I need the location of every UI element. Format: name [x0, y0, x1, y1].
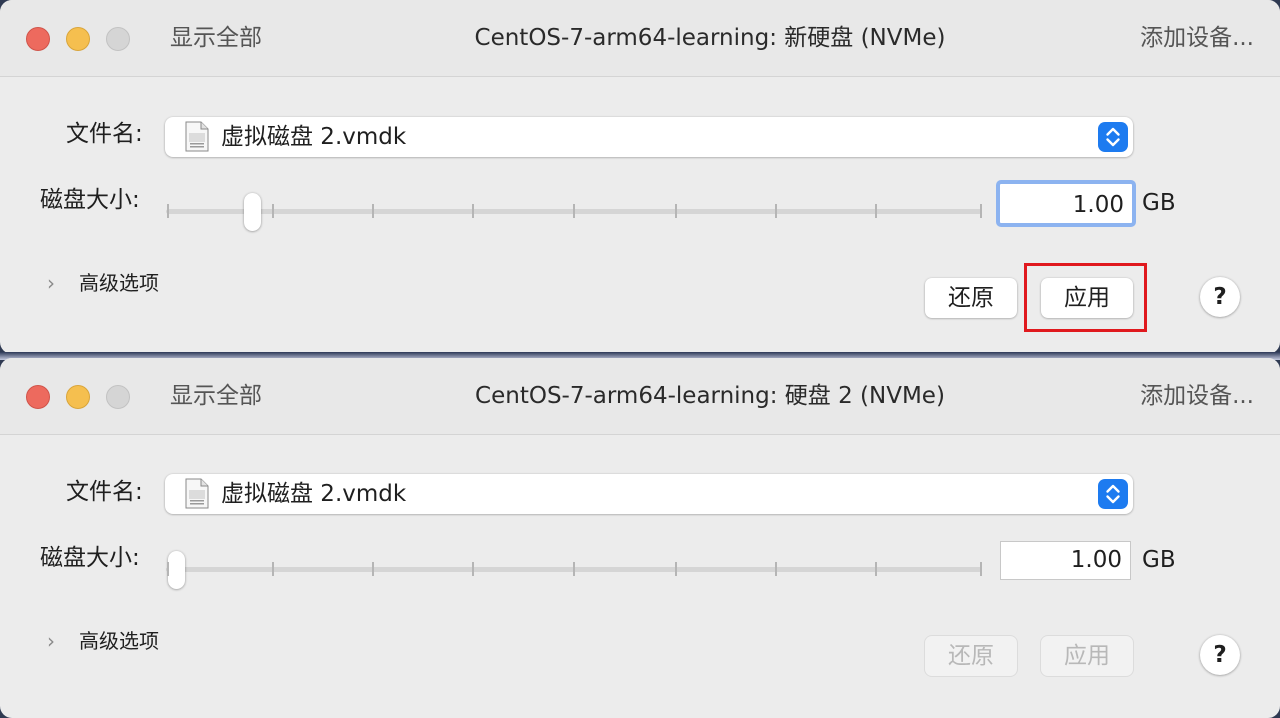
- apply-highlight-box: [1024, 263, 1147, 332]
- window-title: CentOS-7-arm64-learning: 新硬盘 (NVMe): [474, 25, 946, 51]
- vmdk-file-icon: [185, 478, 209, 509]
- disk-size-unit: GB: [1142, 190, 1176, 216]
- disk-size-label: 磁盘大小:: [40, 187, 140, 213]
- disk-size-slider-thumb[interactable]: [168, 551, 185, 589]
- filename-label: 文件名:: [66, 121, 143, 147]
- window-title: CentOS-7-arm64-learning: 硬盘 2 (NVMe): [475, 383, 945, 409]
- revert-button[interactable]: 还原: [925, 636, 1017, 676]
- minimize-button[interactable]: [66, 27, 90, 51]
- title-bar: 显示全部 CentOS-7-arm64-learning: 新硬盘 (NVMe)…: [0, 0, 1280, 77]
- apply-button[interactable]: 应用: [1041, 636, 1133, 676]
- add-device-button[interactable]: 添加设备...: [1140, 380, 1254, 412]
- slider-tick: [775, 562, 777, 576]
- filename-value: 虚拟磁盘 2.vmdk: [221, 124, 407, 150]
- chevron-right-icon[interactable]: ›: [47, 270, 55, 296]
- show-all-button[interactable]: 显示全部: [170, 380, 262, 412]
- slider-tick: [980, 562, 982, 576]
- advanced-options-toggle[interactable]: 高级选项: [79, 269, 159, 297]
- slider-tick: [272, 562, 274, 576]
- slider-tick: [372, 562, 374, 576]
- advanced-options-toggle[interactable]: 高级选项: [79, 627, 159, 655]
- add-device-button[interactable]: 添加设备...: [1140, 22, 1254, 54]
- minimize-button[interactable]: [66, 385, 90, 409]
- disk-size-slider-thumb[interactable]: [244, 193, 261, 231]
- settings-window-disk-2: 显示全部 CentOS-7-arm64-learning: 硬盘 2 (NVMe…: [0, 358, 1280, 718]
- disk-size-field[interactable]: 1.00: [996, 180, 1136, 227]
- filename-popup[interactable]: 虚拟磁盘 2.vmdk: [165, 474, 1133, 514]
- chevron-right-icon[interactable]: ›: [47, 628, 55, 654]
- popup-stepper-icon: [1098, 122, 1128, 152]
- slider-tick: [875, 562, 877, 576]
- slider-tick: [875, 204, 877, 218]
- zoom-button[interactable]: [106, 27, 130, 51]
- disk-size-label: 磁盘大小:: [40, 545, 140, 571]
- slider-tick: [980, 204, 982, 218]
- slider-tick: [472, 204, 474, 218]
- zoom-button[interactable]: [106, 385, 130, 409]
- show-all-button[interactable]: 显示全部: [170, 22, 262, 54]
- revert-button[interactable]: 还原: [925, 278, 1017, 318]
- vmdk-file-icon: [185, 121, 209, 152]
- slider-tick: [675, 204, 677, 218]
- slider-tick: [472, 562, 474, 576]
- popup-stepper-icon: [1098, 479, 1128, 509]
- settings-window-new-disk: 显示全部 CentOS-7-arm64-learning: 新硬盘 (NVMe)…: [0, 0, 1280, 354]
- slider-tick: [675, 562, 677, 576]
- slider-tick: [573, 562, 575, 576]
- close-button[interactable]: [26, 385, 50, 409]
- close-button[interactable]: [26, 27, 50, 51]
- filename-label: 文件名:: [66, 479, 143, 505]
- slider-tick: [167, 204, 169, 218]
- slider-tick: [167, 562, 169, 576]
- filename-popup[interactable]: 虚拟磁盘 2.vmdk: [165, 117, 1133, 157]
- slider-tick: [775, 204, 777, 218]
- slider-tick: [272, 204, 274, 218]
- help-button[interactable]: ?: [1200, 277, 1240, 317]
- title-bar: 显示全部 CentOS-7-arm64-learning: 硬盘 2 (NVMe…: [0, 358, 1280, 435]
- help-button[interactable]: ?: [1200, 635, 1240, 675]
- slider-tick: [573, 204, 575, 218]
- filename-value: 虚拟磁盘 2.vmdk: [221, 481, 407, 507]
- disk-size-field[interactable]: 1.00: [1000, 541, 1131, 580]
- slider-tick: [372, 204, 374, 218]
- disk-size-unit: GB: [1142, 547, 1176, 573]
